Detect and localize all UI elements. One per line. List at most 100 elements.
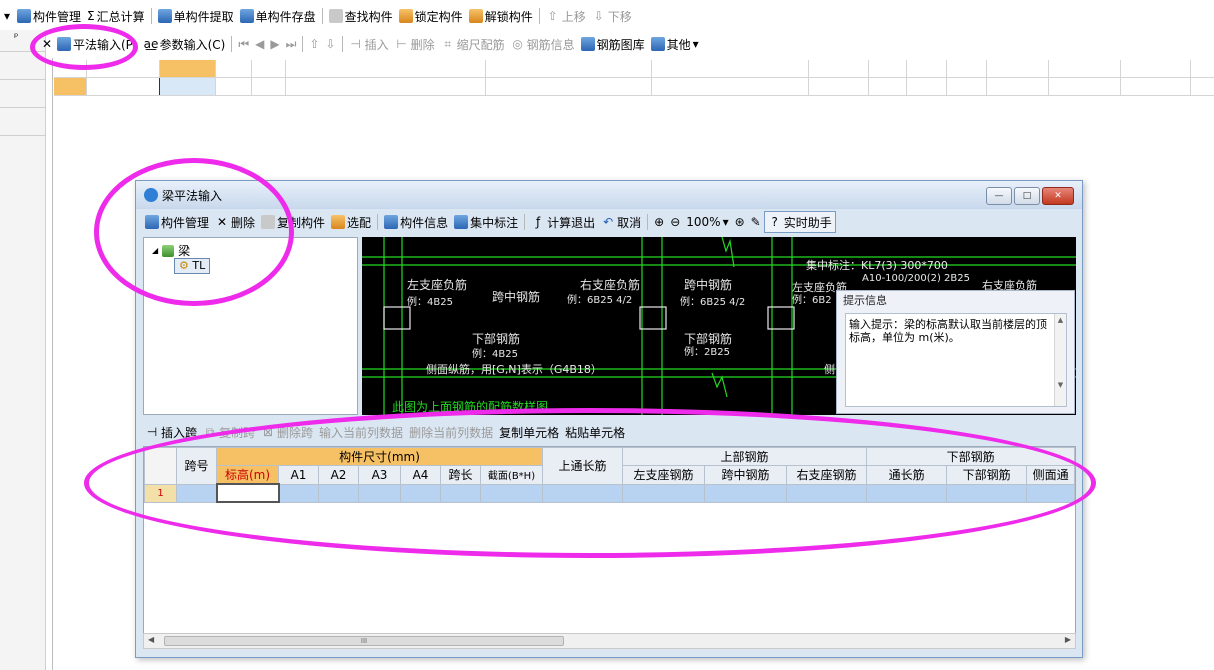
rebar-library-button[interactable]: 钢筋图库 <box>578 33 648 55</box>
realtime-helper-button[interactable]: ? 实时助手 <box>763 211 836 233</box>
prev-record-icon[interactable]: ◀ <box>252 33 267 55</box>
grid-cell <box>869 78 907 95</box>
chevron-down-icon: ▾ <box>692 37 699 51</box>
grid-cell <box>907 60 947 77</box>
annotation-ellipse-table <box>84 408 1096 558</box>
label-side: 侧面纵筋，用[G,N]表示（G4B18） <box>426 362 602 376</box>
other-icon <box>650 37 665 51</box>
dlg-centralized-button[interactable]: 集中标注 <box>451 211 521 233</box>
zoom-in-icon[interactable]: ⊕ <box>651 211 667 233</box>
grid-cell <box>1049 78 1121 95</box>
close-button[interactable]: ✕ <box>1042 187 1074 205</box>
unlock-component-button[interactable]: 解锁构件 <box>466 5 536 27</box>
separator <box>302 36 304 52</box>
list-icon <box>454 215 469 229</box>
param-icon: a͟e <box>143 37 159 51</box>
unlock-icon <box>468 9 483 23</box>
dlg-calc-exit-button[interactable]: ƒ 计算退出 <box>528 211 598 233</box>
separator <box>231 36 233 52</box>
scale-rebar-button[interactable]: ⌗ 缩尺配筋 <box>438 33 508 55</box>
next-record-icon[interactable]: ▶ <box>267 33 282 55</box>
label-mid2: 跨中钢筋 <box>684 277 732 292</box>
grid-row <box>54 78 1214 96</box>
dropdown-arrow-icon[interactable]: ▾ <box>0 9 14 23</box>
window-controls: — □ ✕ <box>986 187 1074 205</box>
grid-cell <box>486 78 652 95</box>
maximize-button[interactable]: □ <box>1014 187 1040 205</box>
arrow-down-icon[interactable]: ⇩ <box>323 33 339 55</box>
help-icon: ? <box>771 215 778 229</box>
hint-title: 提示信息 <box>843 294 887 307</box>
scroll-thumb[interactable]: III <box>164 636 564 646</box>
zoom-fit-icon[interactable]: ⊛ <box>732 211 748 233</box>
list-icon <box>17 9 31 23</box>
grid-cell <box>216 78 252 95</box>
tool-icon[interactable]: ✎ <box>748 211 764 233</box>
label-bottom: 下部钢筋 <box>472 331 520 346</box>
delete-button[interactable]: ⊢ 删除 <box>392 33 438 55</box>
left-row <box>0 80 45 108</box>
undo-icon: ↶ <box>603 215 614 229</box>
separator <box>377 214 379 230</box>
insert-row-icon: ⊣ <box>146 425 158 439</box>
grid-cell <box>160 60 216 77</box>
annotation-ellipse-tree <box>94 158 294 306</box>
other-menu-button[interactable]: 其他 ▾ <box>648 33 702 55</box>
sigma-icon: Σ <box>87 9 95 23</box>
grid-cell <box>809 60 869 77</box>
last-record-icon[interactable]: ⏭ <box>283 33 300 55</box>
grid-cell <box>1121 78 1191 95</box>
chevron-down-icon: ▾ <box>722 215 729 229</box>
dlg-select-button[interactable]: 选配 <box>328 211 374 233</box>
dlg-info-button[interactable]: 构件信息 <box>381 211 451 233</box>
find-component-button[interactable]: 查找构件 <box>326 5 396 27</box>
left-panel <box>0 30 46 670</box>
move-up-button[interactable]: ⇧ 上移 <box>543 5 589 27</box>
grid-cell <box>252 78 286 95</box>
separator <box>538 8 540 24</box>
grid-cell <box>87 78 160 95</box>
hint-text: 输入提示：梁的标高默认取当前楼层的顶标高，单位为 m(米)。 <box>849 318 1047 344</box>
scroll-right-icon[interactable]: ▶ <box>1065 635 1071 644</box>
grid-cell <box>286 78 486 95</box>
grid-cell <box>907 78 947 95</box>
separator <box>150 8 152 24</box>
lock-component-button[interactable]: 锁定构件 <box>396 5 466 27</box>
first-record-icon[interactable]: ⏮ <box>235 33 252 55</box>
grid-cell <box>987 60 1049 77</box>
insert-button[interactable]: ⊣ 插入 <box>346 33 392 55</box>
label-bottom2: 下部钢筋 <box>684 331 732 346</box>
horizontal-scrollbar[interactable]: ◀ III ▶ <box>143 633 1076 649</box>
grid-cell <box>216 60 252 77</box>
move-down-button[interactable]: ⇩ 下移 <box>589 5 635 27</box>
save-component-button[interactable]: 单构件存盘 <box>237 5 319 27</box>
binoculars-icon <box>328 9 343 23</box>
zoom-select[interactable]: 100% ▾ <box>683 211 731 233</box>
arrow-up-icon[interactable]: ⇧ <box>306 33 322 55</box>
grid-cell <box>987 78 1049 95</box>
param-input-button[interactable]: a͟e 参数输入(C) <box>141 33 229 55</box>
info-icon: ◎ <box>512 37 523 51</box>
grid-cell[interactable] <box>160 78 216 95</box>
rebar-info-button[interactable]: ◎ 钢筋信息 <box>508 33 578 55</box>
select-icon <box>331 215 346 229</box>
label-left-seat: 左支座负筋 <box>407 277 467 292</box>
extract-component-button[interactable]: 单构件提取 <box>155 5 237 27</box>
minimize-button[interactable]: — <box>986 187 1012 205</box>
insert-row-icon: ⊣ <box>350 37 361 51</box>
info-icon <box>384 215 399 229</box>
arrow-up-icon: ⇧ <box>547 9 558 23</box>
scroll-left-icon[interactable]: ◀ <box>148 635 154 644</box>
separator <box>524 214 526 230</box>
label-concentrated: 集中标注：KL7(3) 300*700 <box>806 258 948 272</box>
grid-cell <box>1049 60 1121 77</box>
zoom-out-icon[interactable]: ⊖ <box>667 211 683 233</box>
hint-scrollbar[interactable]: ▲ ▼ <box>1054 314 1066 406</box>
grid-cell <box>54 78 87 95</box>
hint-panel: 提示信息 输入提示：梁的标高默认取当前楼层的顶标高，单位为 m(米)。 ▲ ▼ <box>836 290 1075 414</box>
grid-cell <box>869 60 907 77</box>
dlg-cancel-button[interactable]: ↶ 取消 <box>598 211 644 233</box>
annotation-ellipse-pingfa <box>30 24 138 70</box>
hint-body: 输入提示：梁的标高默认取当前楼层的顶标高，单位为 m(米)。 ▲ ▼ <box>845 313 1067 407</box>
extract-icon <box>157 9 172 23</box>
